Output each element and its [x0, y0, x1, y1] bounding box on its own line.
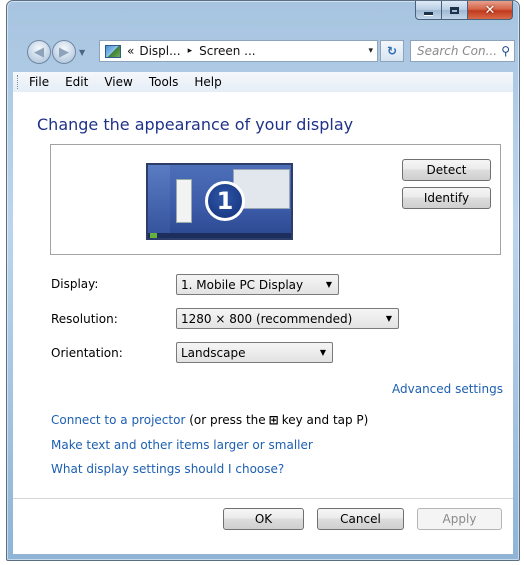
search-input[interactable]: Search Con... ⚲ [410, 40, 515, 62]
menu-tools[interactable]: Tools [149, 75, 179, 89]
projector-hint-end: key and tap P) [281, 413, 369, 427]
address-overflow[interactable]: « [127, 44, 134, 58]
advanced-settings-link[interactable]: Advanced settings [392, 382, 503, 396]
navigation-bar: ◀ ▶ ▼ « Displ... ▸ Screen ... ▾ ↻ Search… [13, 38, 515, 66]
minimize-icon [424, 11, 433, 15]
monitor-number-badge: 1 [205, 181, 245, 221]
chevron-down-icon: ▼ [325, 280, 332, 289]
orientation-select[interactable]: Landscape ▼ [176, 342, 333, 363]
forward-arrow-icon: ▶ [59, 44, 69, 60]
menu-help[interactable]: Help [194, 75, 221, 89]
page-title: Change the appearance of your display [37, 115, 354, 134]
monitor-1[interactable]: 1 [146, 163, 293, 240]
resolution-select-value: 1280 × 800 (recommended) [181, 311, 353, 326]
detect-button[interactable]: Detect [402, 159, 491, 181]
monitor-start-icon [150, 233, 157, 238]
monitor-preview-area: 1 Detect Identify [50, 144, 501, 255]
projector-hint: (or press the [189, 413, 266, 427]
display-select-value: 1. Mobile PC Display [181, 277, 304, 292]
back-arrow-icon: ◀ [34, 44, 44, 60]
monitor-wallpaper-panel [148, 165, 170, 238]
text-size-link[interactable]: Make text and other items larger or smal… [51, 438, 313, 452]
recent-pages-dropdown-icon[interactable]: ▼ [79, 48, 85, 57]
breadcrumb-screen[interactable]: Screen ... [199, 44, 256, 58]
resolution-select[interactable]: 1280 × 800 (recommended) ▼ [176, 308, 399, 329]
identify-button[interactable]: Identify [402, 187, 491, 209]
control-panel-icon [105, 44, 121, 58]
search-icon[interactable]: ⚲ [501, 44, 510, 58]
menu-file[interactable]: File [29, 75, 49, 89]
orientation-select-value: Landscape [181, 345, 246, 360]
monitor-window-thumbnail [176, 179, 192, 223]
address-bar[interactable]: « Displ... ▸ Screen ... ▾ [99, 40, 378, 62]
breadcrumb-separator-icon[interactable]: ▸ [188, 46, 193, 56]
orientation-label: Orientation: [51, 346, 123, 360]
windows-logo-icon: ⊞ [268, 413, 279, 427]
menu-bar: File Edit View Tools Help [13, 72, 513, 93]
menu-grip [17, 75, 21, 89]
maximize-icon [450, 6, 459, 14]
caption-buttons: ✕ [415, 1, 513, 21]
menu-view[interactable]: View [104, 75, 132, 89]
menu-edit[interactable]: Edit [65, 75, 88, 89]
forward-button[interactable]: ▶ [52, 40, 76, 64]
close-icon: ✕ [484, 2, 496, 18]
resolution-label: Resolution: [51, 312, 118, 326]
refresh-button[interactable]: ↻ [380, 40, 404, 62]
chevron-down-icon: ▼ [319, 348, 326, 357]
projector-row: Connect to a projector (or press the ⊞ key… [51, 413, 368, 427]
monitor-taskbar [148, 233, 291, 238]
window-frame: ✕ ◀ ▶ ▼ « Displ... ▸ Screen ... ▾ ↻ Sear… [6, 0, 520, 561]
content-area: Change the appearance of your display 1 … [13, 92, 513, 554]
cancel-button[interactable]: Cancel [317, 508, 404, 530]
breadcrumb-display[interactable]: Displ... [139, 44, 180, 58]
refresh-icon: ↻ [386, 44, 398, 58]
ok-button[interactable]: OK [223, 508, 304, 530]
close-button[interactable]: ✕ [468, 1, 513, 20]
footer-divider [13, 498, 513, 499]
projector-link[interactable]: Connect to a projector [51, 413, 185, 427]
back-button[interactable]: ◀ [27, 40, 51, 64]
apply-button[interactable]: Apply [417, 508, 502, 530]
minimize-button[interactable] [415, 1, 442, 20]
chevron-down-icon: ▼ [385, 314, 392, 323]
display-label: Display: [51, 277, 99, 291]
search-placeholder: Search Con... [417, 44, 498, 58]
display-settings-help-link[interactable]: What display settings should I choose? [51, 462, 284, 476]
address-dropdown-icon[interactable]: ▾ [368, 46, 373, 56]
maximize-button[interactable] [442, 1, 468, 20]
display-select[interactable]: 1. Mobile PC Display ▼ [176, 274, 339, 295]
